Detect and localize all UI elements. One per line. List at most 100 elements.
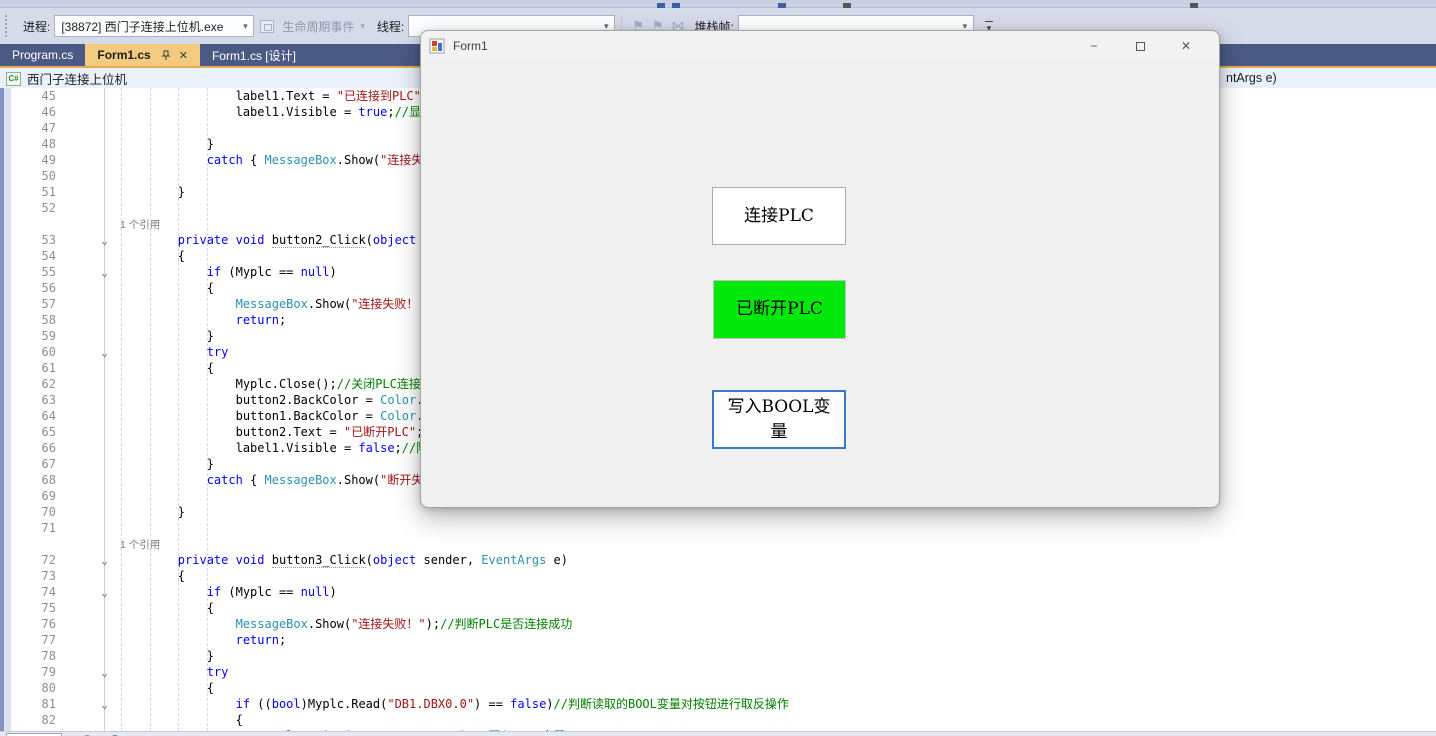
- code-text: {: [112, 600, 1436, 616]
- fold-margin: ⌄: [58, 696, 112, 712]
- process-combobox[interactable]: [38872] 西门子连接上位机.exe ▾: [54, 15, 254, 37]
- line-number: 56: [0, 280, 58, 296]
- member-dropdown-fragment[interactable]: ntArgs e): [1226, 68, 1277, 89]
- codelens-references[interactable]: 1 个引用: [120, 539, 160, 551]
- line-number: 69: [0, 488, 58, 504]
- line-number: 70: [0, 504, 58, 520]
- form-titlebar[interactable]: Form1 − ✕: [421, 31, 1219, 61]
- fold-chevron-icon[interactable]: ⌄: [101, 266, 108, 279]
- fold-margin: [58, 184, 112, 200]
- code-text: {: [112, 680, 1436, 696]
- connect-plc-button[interactable]: 连接PLC: [712, 187, 846, 245]
- form1-window: Form1 − ✕ 连接PLC 已断开PLC 写入BOOL变量: [420, 30, 1220, 508]
- fold-chevron-icon[interactable]: ⌄: [101, 554, 108, 567]
- line-number: 55: [0, 264, 58, 280]
- code-text: [112, 520, 1436, 536]
- line-number: 67: [0, 456, 58, 472]
- maximize-button[interactable]: [1117, 31, 1163, 61]
- line-number: [0, 536, 58, 552]
- line-number: 53: [0, 232, 58, 248]
- pin-icon[interactable]: [161, 50, 171, 61]
- code-row: 79⌄try: [0, 664, 1436, 680]
- code-text: {: [112, 568, 1436, 584]
- chevron-down-icon[interactable]: ▾: [360, 21, 365, 32]
- winforms-form-icon: [429, 38, 445, 54]
- line-number: 61: [0, 360, 58, 376]
- line-number: 52: [0, 200, 58, 216]
- fold-margin: [58, 600, 112, 616]
- line-number: 60: [0, 344, 58, 360]
- breadcrumb-project[interactable]: 西门子连接上位机: [27, 69, 127, 88]
- code-text: MessageBox.Show("连接失败！");//判断PLC是否连接成功: [112, 616, 1436, 632]
- fold-margin: ⌄: [58, 232, 112, 248]
- fold-chevron-icon[interactable]: ⌄: [101, 666, 108, 679]
- tab-program-cs[interactable]: Program.cs: [0, 44, 85, 66]
- line-number: 68: [0, 472, 58, 488]
- fold-margin: ⌄: [58, 264, 112, 280]
- write-bool-button[interactable]: 写入BOOL变量: [712, 390, 846, 449]
- fold-margin: [58, 472, 112, 488]
- fold-margin: [58, 504, 112, 520]
- lifecycle-events-label[interactable]: 生命周期事件: [282, 18, 354, 35]
- chevron-down-icon[interactable]: ▾: [237, 21, 253, 32]
- line-number: 81: [0, 696, 58, 712]
- line-number: 65: [0, 424, 58, 440]
- fold-margin: [58, 424, 112, 440]
- code-row: 72⌄private void button3_Click(object sen…: [0, 552, 1436, 568]
- fold-margin: [58, 152, 112, 168]
- line-number: 54: [0, 248, 58, 264]
- fold-margin: [58, 440, 112, 456]
- code-text: if ((bool)Myplc.Read("DB1.DBX0.0") == fa…: [112, 696, 1436, 712]
- upper-toolbar-sliver: [0, 0, 1436, 8]
- fold-margin: [58, 568, 112, 584]
- fold-margin: ⌄: [58, 584, 112, 600]
- close-tab-icon[interactable]: ✕: [179, 49, 188, 62]
- fold-margin: [58, 408, 112, 424]
- disconnect-plc-button[interactable]: 已断开PLC: [713, 280, 846, 339]
- fold-margin: ⌄: [58, 664, 112, 680]
- line-number: 64: [0, 408, 58, 424]
- tab-form1-cs[interactable]: Form1.cs✕: [85, 44, 200, 66]
- fold-margin: [58, 520, 112, 536]
- code-row: 81 ⌄ if ((bool)Myplc.Read("DB1.DBX0.0") ==…: [0, 696, 1436, 712]
- line-number: 76: [0, 616, 58, 632]
- codelens-references[interactable]: 1 个引用: [120, 219, 160, 231]
- lifecycle-events-icon[interactable]: [260, 20, 274, 33]
- form-window-title: Form1: [453, 39, 488, 53]
- toolbar-grip[interactable]: [5, 15, 11, 37]
- button-label-line: 量: [771, 420, 788, 445]
- line-number: 45: [0, 88, 58, 104]
- fold-margin: [58, 248, 112, 264]
- line-number: 77: [0, 632, 58, 648]
- line-number: 80: [0, 680, 58, 696]
- fold-chevron-icon[interactable]: ⌄: [101, 234, 108, 247]
- line-number: 51: [0, 184, 58, 200]
- code-row: 74⌄if (Myplc == null): [0, 584, 1436, 600]
- fold-chevron-icon[interactable]: ⌄: [101, 346, 108, 359]
- code-row: 75{: [0, 600, 1436, 616]
- code-row: 80 {: [0, 680, 1436, 696]
- fold-margin: [58, 392, 112, 408]
- tab-form1-cs-[interactable]: Form1.cs [设计]: [200, 44, 308, 66]
- csharp-file-icon: C#: [6, 72, 21, 86]
- minimize-button[interactable]: −: [1071, 31, 1117, 61]
- fold-margin: [58, 296, 112, 312]
- tab-label: Form1.cs [设计]: [212, 47, 296, 64]
- fold-margin: [58, 712, 112, 728]
- close-button[interactable]: ✕: [1163, 31, 1209, 61]
- line-number: 82: [0, 712, 58, 728]
- fold-margin: [58, 328, 112, 344]
- code-row: 73{: [0, 568, 1436, 584]
- button-label-line: 连接PLC: [744, 204, 814, 229]
- fold-margin: [58, 104, 112, 120]
- process-value: [38872] 西门子连接上位机.exe: [55, 18, 237, 35]
- code-text: try: [112, 664, 1436, 680]
- code-text: 1 个引用: [112, 536, 1436, 552]
- fold-margin: [58, 360, 112, 376]
- tab-label: Program.cs: [12, 48, 73, 62]
- fold-chevron-icon[interactable]: ⌄: [101, 586, 108, 599]
- fold-chevron-icon[interactable]: ⌄: [101, 698, 108, 711]
- line-number: [0, 216, 58, 232]
- code-text: private void button3_Click(object sender…: [112, 552, 1436, 568]
- breadcrumb[interactable]: C# 西门子连接上位机: [6, 68, 127, 89]
